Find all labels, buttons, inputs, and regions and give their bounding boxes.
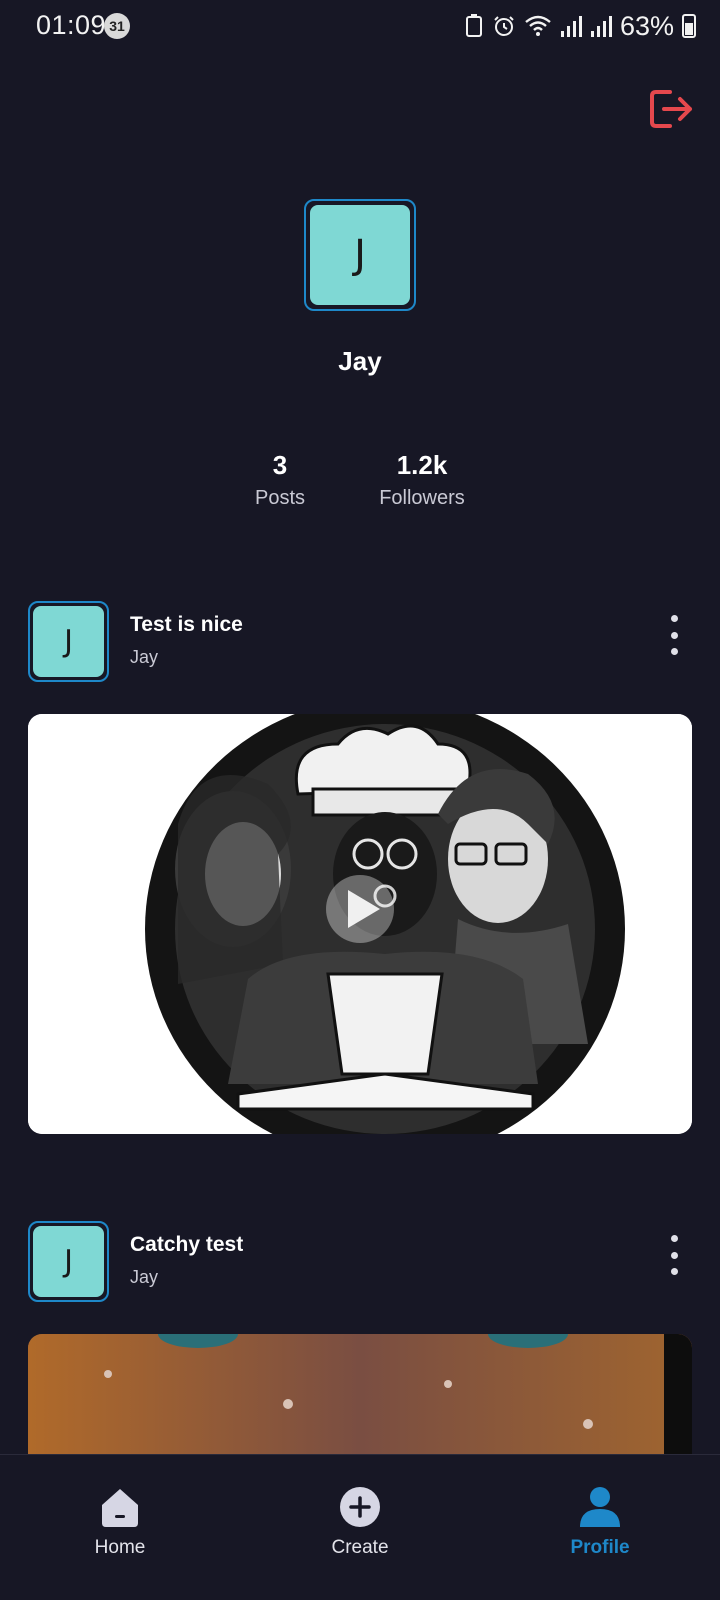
nav-profile[interactable]: Profile bbox=[530, 1485, 670, 1559]
calendar-badge: 31 bbox=[104, 13, 130, 39]
post-avatar: J bbox=[33, 606, 104, 677]
post-avatar-frame[interactable]: J bbox=[28, 601, 109, 682]
more-dot bbox=[670, 648, 678, 655]
bottom-nav: Home Create Profile bbox=[0, 1454, 720, 1600]
posts-label: Posts bbox=[254, 487, 306, 509]
logout-button[interactable] bbox=[646, 84, 696, 134]
post-avatar-frame[interactable]: J bbox=[28, 1221, 109, 1302]
more-vertical-icon bbox=[670, 1235, 678, 1242]
more-dot bbox=[670, 1251, 678, 1259]
status-bar: 01:09 31 63% bbox=[0, 0, 720, 52]
nav-create[interactable]: Create bbox=[290, 1485, 430, 1559]
nav-profile-label: Profile bbox=[570, 1537, 630, 1558]
signal-icon bbox=[560, 16, 582, 37]
profile-avatar-frame[interactable]: J bbox=[304, 199, 416, 311]
nav-create-label: Create bbox=[331, 1537, 389, 1558]
more-dot bbox=[670, 1268, 678, 1275]
signal-icon-2 bbox=[590, 16, 612, 37]
more-dot bbox=[670, 631, 678, 639]
alarm-icon bbox=[494, 16, 514, 36]
video-thumbnail-illustration bbox=[28, 714, 692, 1134]
post-header: J Catchy test Jay bbox=[28, 1221, 692, 1303]
post-more-button[interactable] bbox=[666, 1235, 682, 1275]
battery-percent: 63% bbox=[619, 10, 674, 41]
video-thumbnail-illustration bbox=[28, 1334, 692, 1454]
logout-icon bbox=[650, 90, 692, 128]
profile-name: Jay bbox=[338, 346, 382, 376]
followers-label: Followers bbox=[379, 487, 465, 509]
profile-avatar: J bbox=[310, 205, 410, 305]
followers-count: 1.2k bbox=[396, 450, 448, 480]
wifi-icon bbox=[525, 15, 551, 36]
post-author[interactable]: Jay bbox=[130, 1267, 158, 1288]
person-icon bbox=[580, 1487, 620, 1527]
post-author[interactable]: Jay bbox=[130, 647, 158, 668]
status-icons: 63% bbox=[464, 10, 696, 42]
battery-icon bbox=[682, 14, 696, 38]
post-more-button[interactable] bbox=[666, 615, 682, 655]
nav-home-label: Home bbox=[94, 1537, 146, 1558]
post-title[interactable]: Catchy test bbox=[130, 1233, 243, 1257]
stat-posts[interactable]: 3 Posts bbox=[236, 450, 324, 510]
post-title[interactable]: Test is nice bbox=[130, 613, 243, 637]
battery-saver-icon bbox=[465, 14, 482, 37]
more-vertical-icon bbox=[670, 615, 678, 622]
post-video-thumbnail[interactable] bbox=[28, 1334, 692, 1454]
plus-circle-icon bbox=[340, 1487, 380, 1527]
stat-followers[interactable]: 1.2k Followers bbox=[366, 450, 478, 510]
home-icon bbox=[102, 1489, 138, 1527]
post-header: J Test is nice Jay bbox=[28, 601, 692, 683]
post-avatar: J bbox=[33, 1226, 104, 1297]
nav-home[interactable]: Home bbox=[50, 1485, 190, 1559]
status-time: 01:09 bbox=[36, 10, 107, 40]
post-video-thumbnail[interactable] bbox=[28, 714, 692, 1134]
posts-count: 3 bbox=[272, 450, 288, 480]
